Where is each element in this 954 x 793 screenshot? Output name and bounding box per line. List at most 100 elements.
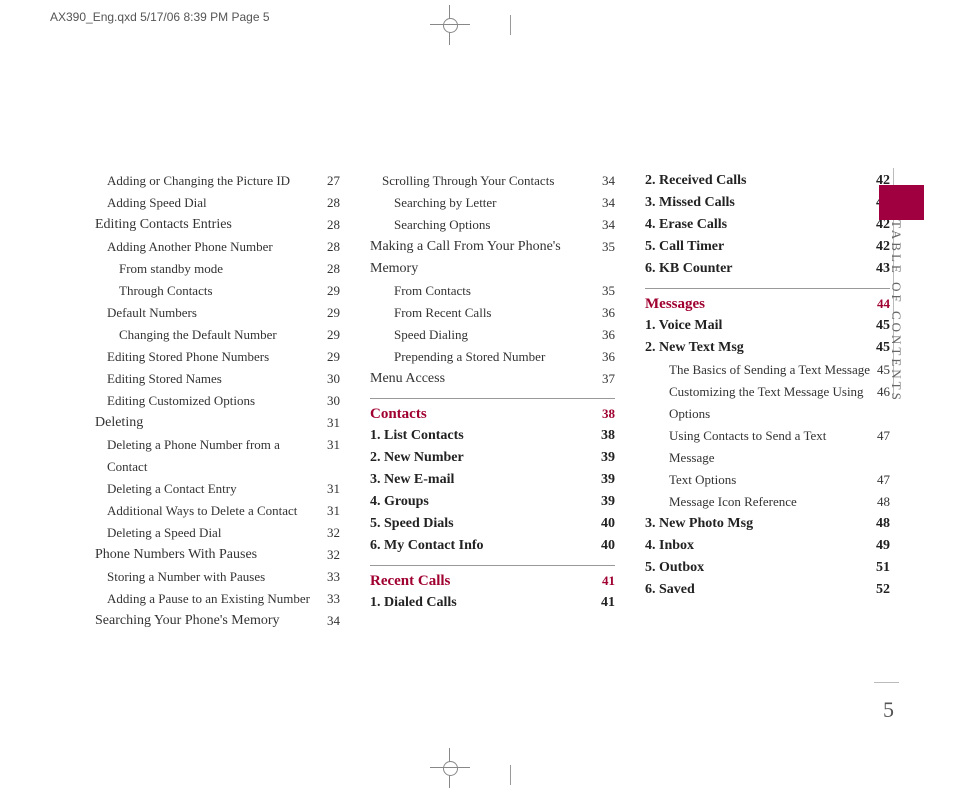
toc-page: 34 [327,610,340,632]
toc-title: 1. List Contacts [370,425,601,447]
toc-title: Editing Stored Phone Numbers [95,346,327,368]
toc-title: Storing a Number with Pauses [95,566,327,588]
toc-entry: Editing Stored Names30 [95,368,340,390]
toc-title: Editing Stored Names [95,368,327,390]
toc-title: 6. KB Counter [645,258,876,280]
toc-entry: Speed Dialing36 [370,324,615,346]
toc-page: 31 [327,412,340,434]
toc-entry: Adding a Pause to an Existing Number33 [95,588,340,610]
toc-entry: From Recent Calls36 [370,302,615,324]
toc-page: 47 [877,469,890,491]
toc-page: 30 [327,368,340,390]
toc-entry: Searching by Letter34 [370,192,615,214]
toc-title: Adding a Pause to an Existing Number [95,588,327,610]
page: AX390_Eng.qxd 5/17/06 8:39 PM Page 5 Add… [0,0,954,793]
toc-page: 31 [327,478,340,500]
toc-page: 39 [601,469,615,491]
toc-page: 28 [327,214,340,236]
toc-title: Scrolling Through Your Contacts [370,170,602,192]
page-number-rule [874,682,899,683]
toc-page: 30 [327,390,340,412]
toc-title: From Recent Calls [370,302,602,324]
toc-page: 34 [602,214,615,236]
toc-entry: Making a Call From Your Phone's Memory35 [370,236,615,280]
toc-entry: Prepending a Stored Number36 [370,346,615,368]
toc-page: 48 [877,491,890,513]
toc-column-1: Adding or Changing the Picture ID27Addin… [95,170,340,632]
toc-entry: Additional Ways to Delete a Contact31 [95,500,340,522]
toc-entry: From Contacts35 [370,280,615,302]
toc-page: 35 [602,280,615,302]
toc-entry: Adding Speed Dial28 [95,192,340,214]
toc-title: Searching Options [370,214,602,236]
toc-entry: 5. Outbox51 [645,557,890,579]
toc-entry: Messages44 [645,293,890,315]
toc-page: 41 [601,592,615,614]
spine-mark-bottom [510,765,511,785]
toc-columns: Adding or Changing the Picture ID27Addin… [95,170,890,632]
toc-entry: Searching Options34 [370,214,615,236]
toc-entry: Using Contacts to Send a Text Message47 [645,425,890,469]
toc-title: Speed Dialing [370,324,602,346]
toc-page: 36 [602,324,615,346]
toc-entry: 1. Dialed Calls41 [370,592,615,614]
toc-page: 32 [327,522,340,544]
toc-entry: 6. My Contact Info40 [370,535,615,557]
toc-entry: 2. Received Calls42 [645,170,890,192]
section-divider [370,565,615,566]
toc-entry: 3. New E-mail39 [370,469,615,491]
toc-title: 1. Dialed Calls [370,592,601,614]
toc-entry: Text Options47 [645,469,890,491]
toc-title: 2. New Text Msg [645,337,876,359]
toc-title: Adding or Changing the Picture ID [95,170,327,192]
toc-title: 1. Voice Mail [645,315,876,337]
toc-page: 49 [876,535,890,557]
toc-page: 28 [327,258,340,280]
toc-entry: Menu Access37 [370,368,615,390]
spine-mark-top [510,15,511,35]
toc-entry: The Basics of Sending a Text Message45 [645,359,890,381]
toc-entry: 1. Voice Mail45 [645,315,890,337]
toc-title: Deleting a Contact Entry [95,478,327,500]
toc-title: Prepending a Stored Number [370,346,602,368]
thumb-tab [879,185,924,220]
toc-entry: Adding or Changing the Picture ID27 [95,170,340,192]
toc-title: Text Options [645,469,877,491]
file-slug: AX390_Eng.qxd 5/17/06 8:39 PM Page 5 [50,10,270,24]
toc-page: 33 [327,588,340,610]
toc-page: 36 [602,346,615,368]
toc-title: Using Contacts to Send a Text Message [645,425,877,469]
toc-page: 51 [876,557,890,579]
page-number: 5 [883,697,894,723]
toc-entry: 2. New Text Msg45 [645,337,890,359]
toc-page: 31 [327,434,340,478]
toc-page: 29 [327,280,340,302]
toc-title: Contacts [370,403,602,425]
toc-entry: 4. Inbox49 [645,535,890,557]
toc-entry: Storing a Number with Pauses33 [95,566,340,588]
toc-title: 3. Missed Calls [645,192,876,214]
toc-entry: 6. Saved52 [645,579,890,601]
toc-title: 3. New Photo Msg [645,513,876,535]
toc-title: 4. Inbox [645,535,876,557]
toc-page: 31 [327,500,340,522]
toc-title: Deleting [95,412,327,434]
toc-page: 41 [602,570,615,592]
toc-entry: 4. Groups39 [370,491,615,513]
toc-entry: 6. KB Counter43 [645,258,890,280]
toc-title: 3. New E-mail [370,469,601,491]
toc-entry: Message Icon Reference48 [645,491,890,513]
toc-entry: Editing Customized Options30 [95,390,340,412]
toc-title: Menu Access [370,368,602,390]
toc-title: 4. Erase Calls [645,214,876,236]
toc-title: 5. Speed Dials [370,513,601,535]
toc-title: Adding Another Phone Number [95,236,327,258]
toc-title: Deleting a Speed Dial [95,522,327,544]
toc-page: 29 [327,302,340,324]
toc-entry: Customizing the Text Message Using Optio… [645,381,890,425]
toc-title: Editing Contacts Entries [95,214,327,236]
toc-title: Messages [645,293,877,315]
toc-entry: Changing the Default Number29 [95,324,340,346]
toc-page: 38 [602,403,615,425]
toc-page: 29 [327,346,340,368]
